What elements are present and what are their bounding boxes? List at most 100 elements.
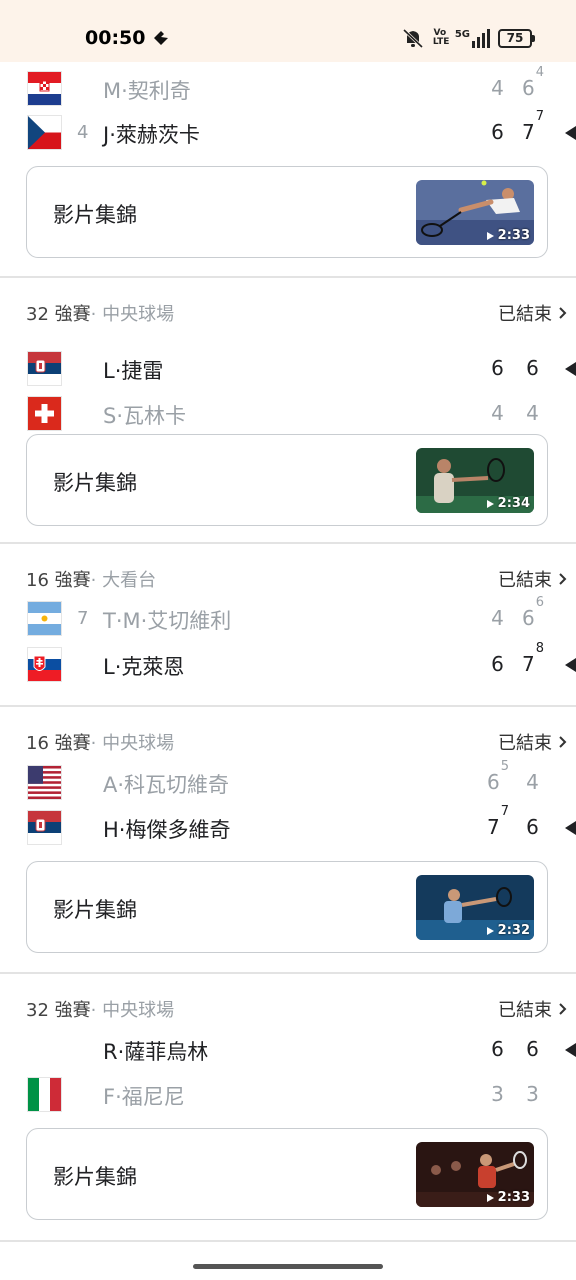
video-thumbnail[interactable]: 2:33 [416, 180, 534, 245]
match-round: 16 強賽 [26, 570, 91, 591]
player-name: A·科瓦切維奇 [103, 773, 230, 797]
highlight-video-button[interactable]: 影片集錦 2:32 [26, 861, 548, 953]
player-row: H·梅傑多維奇 77 6 [0, 804, 576, 849]
chevron-right-icon [559, 1003, 567, 1015]
winner-arrow-icon [565, 658, 576, 672]
highlight-video-button[interactable]: 影片集錦 2:33 [26, 166, 548, 258]
set-score: 77 [521, 109, 544, 144]
chevron-right-icon [559, 736, 567, 748]
set-score: 78 [521, 641, 544, 676]
video-duration: 2:32 [486, 923, 530, 938]
player-row: M·契利奇 4 64 [0, 65, 576, 110]
set-score: 4 [491, 401, 504, 425]
set-score: 3 [491, 1082, 504, 1106]
set-score: 6 [526, 815, 539, 839]
highlight-label: 影片集錦 [53, 203, 137, 227]
match-card[interactable]: 16 強賽· 中央球場 已結束 A·科瓦切維奇 65 4 H·梅傑多維奇 77 … [0, 707, 576, 974]
usa-flag-icon [28, 766, 61, 799]
match-status-link[interactable]: 已結束 [498, 996, 570, 1022]
switzerland-flag-icon [28, 397, 61, 430]
winner-arrow-icon [565, 821, 576, 835]
set-score: 4 [526, 401, 539, 425]
status-bar: 00:50 Vo LTE 5G 75 [0, 0, 576, 62]
highlight-video-button[interactable]: 影片集錦 2:33 [26, 1128, 548, 1220]
player-name: S·瓦林卡 [103, 404, 187, 428]
video-thumbnail[interactable]: 2:33 [416, 1142, 534, 1207]
player-name: F·福尼尼 [103, 1085, 185, 1109]
highlight-label: 影片集錦 [53, 1165, 137, 1189]
match-header: 32 強賽· 中央球場 已結束 [26, 996, 576, 1022]
czech-flag-icon [28, 116, 61, 149]
player-name: L·捷雷 [103, 359, 164, 383]
set-score: 65 [486, 759, 509, 794]
set-score: 4 [526, 770, 539, 794]
serbia-flag-icon [28, 811, 61, 844]
status-icons: Vo LTE 5G 75 [401, 26, 535, 50]
highlight-label: 影片集錦 [53, 471, 137, 495]
player-row: 4 J·萊赫茨卡 6 77 [0, 109, 576, 154]
argentina-flag-icon [28, 602, 61, 635]
match-venue: · 中央球場 [90, 1000, 175, 1021]
play-icon [486, 926, 494, 935]
player-name: H·梅傑多維奇 [103, 818, 231, 842]
chevron-right-icon [559, 573, 567, 585]
player-row: F·福尼尼 3 3 [0, 1076, 576, 1116]
match-venue: · 大看台 [90, 570, 157, 591]
video-duration: 2:34 [486, 496, 530, 511]
video-duration: 2:33 [486, 228, 530, 243]
player-name: R·薩菲烏林 [103, 1040, 209, 1064]
battery-icon: 75 [498, 28, 535, 48]
player-name: J·萊赫茨卡 [103, 123, 200, 147]
player-name: L·克萊恩 [103, 655, 185, 679]
match-header: 16 強賽· 中央球場 已結束 [26, 729, 576, 755]
serbia-flag-icon [28, 352, 61, 385]
chevron-right-icon [559, 307, 567, 319]
match-venue: · 中央球場 [90, 733, 175, 754]
player-row: A·科瓦切維奇 65 4 [0, 759, 576, 804]
highlight-video-button[interactable]: 影片集錦 2:34 [26, 434, 548, 526]
set-score: 6 [491, 652, 504, 676]
set-score: 6 [491, 356, 504, 380]
player-name: T·M·艾切維利 [103, 609, 232, 633]
status-time: 00:50 [85, 27, 146, 49]
player-row: S·瓦林卡 4 4 [0, 395, 576, 435]
match-status-link[interactable]: 已結束 [498, 566, 570, 592]
mute-bell-icon [402, 28, 423, 49]
match-header: 16 強賽· 大看台 已結束 [26, 566, 576, 592]
winner-arrow-icon [565, 126, 576, 140]
player-row: 7 T·M·艾切維利 4 66 [0, 595, 576, 640]
match-status-link[interactable]: 已結束 [498, 300, 570, 326]
match-card[interactable]: 32 強賽· 中央球場 已結束 R·薩菲烏林 6 6 F·福尼尼 3 3 影片集… [0, 974, 576, 1242]
player-row: L·克萊恩 6 78 [0, 641, 576, 686]
player-name: M·契利奇 [103, 79, 191, 103]
match-status-link[interactable]: 已結束 [498, 729, 570, 755]
player-seed: 7 [77, 608, 89, 629]
signal-icon: 5G [454, 28, 490, 48]
set-score: 77 [486, 804, 509, 839]
play-icon [486, 1193, 494, 1202]
match-card[interactable]: M·契利奇 4 64 4 J·萊赫茨卡 6 77 影片集錦 2:33 [0, 62, 576, 278]
home-indicator[interactable] [193, 1264, 383, 1269]
match-venue: · 中央球場 [90, 304, 175, 325]
match-round: 32 強賽 [26, 1000, 91, 1021]
volte-indicator: Vo LTE [432, 28, 450, 47]
video-thumbnail[interactable]: 2:32 [416, 875, 534, 940]
match-round: 16 強賽 [26, 733, 91, 754]
croatia-flag-icon [28, 72, 61, 105]
network-type: 5G [454, 28, 470, 40]
video-thumbnail[interactable]: 2:34 [416, 448, 534, 513]
app-notification-icon [154, 31, 168, 45]
set-score: 64 [521, 65, 544, 100]
match-round: 32 強賽 [26, 304, 91, 325]
slovakia-flag-icon [28, 648, 61, 681]
play-icon [486, 231, 494, 240]
player-seed: 4 [77, 122, 89, 143]
set-score: 3 [526, 1082, 539, 1106]
set-score: 6 [491, 1037, 504, 1061]
match-card[interactable]: 32 強賽· 中央球場 已結束 L·捷雷 6 6 S·瓦林卡 4 4 影片集錦 … [0, 278, 576, 544]
match-card[interactable]: 16 強賽· 大看台 已結束 7 T·M·艾切維利 4 66 L·克萊恩 6 7… [0, 544, 576, 707]
player-row: L·捷雷 6 6 [0, 350, 576, 390]
set-score: 4 [491, 76, 504, 100]
winner-arrow-icon [565, 362, 576, 376]
winner-arrow-icon [565, 1043, 576, 1057]
